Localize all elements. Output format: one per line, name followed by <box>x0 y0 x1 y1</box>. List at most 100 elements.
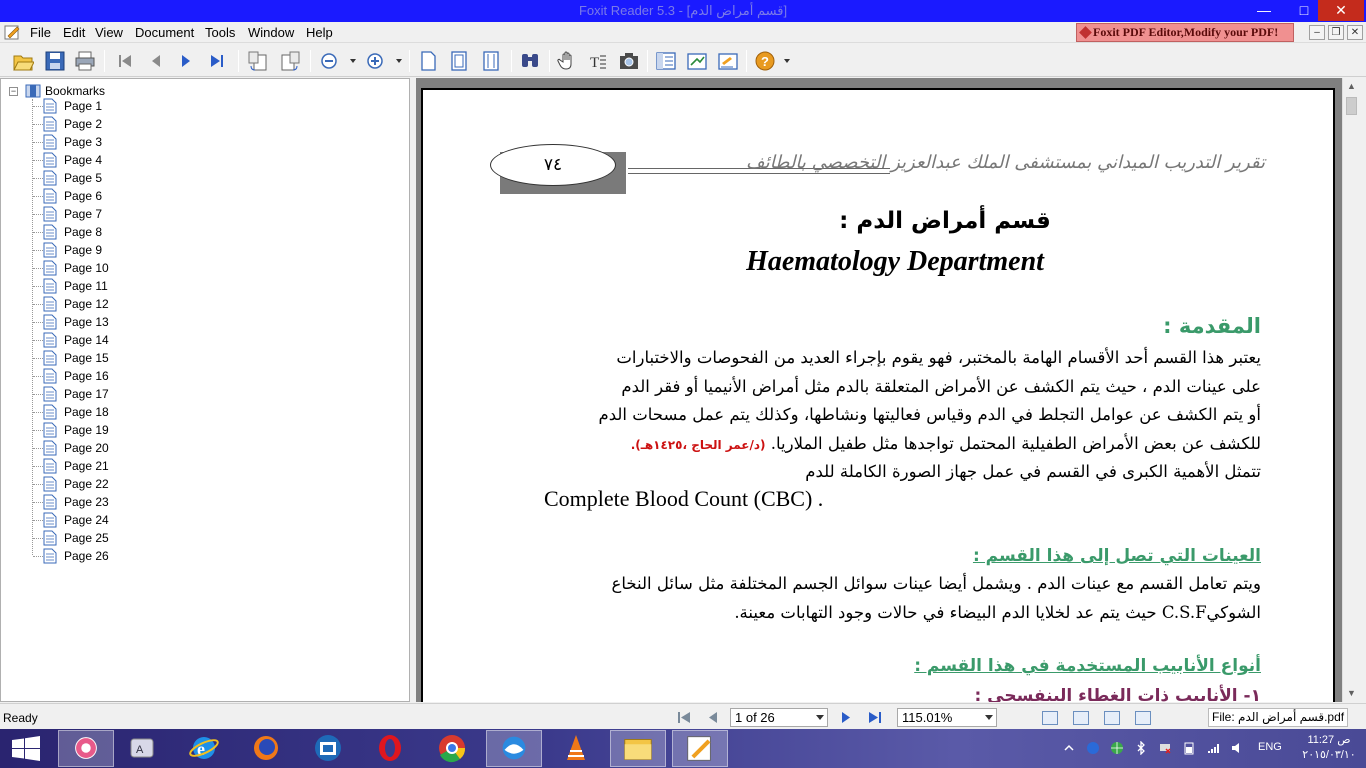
chevron-down-icon[interactable] <box>985 715 993 720</box>
vertical-scrollbar[interactable]: ▲ ▼ <box>1342 78 1359 702</box>
doc-minimize-button[interactable]: – <box>1309 25 1325 40</box>
actual-size-icon[interactable] <box>417 50 439 72</box>
status-last-page-icon[interactable] <box>867 710 883 725</box>
page-number-field[interactable]: 1 of 26 <box>730 708 828 727</box>
menu-file[interactable]: File <box>30 25 51 40</box>
foxit-reader-icon[interactable] <box>672 730 728 767</box>
status-prev-page-icon[interactable] <box>705 710 721 725</box>
chevron-down-icon[interactable] <box>816 715 824 720</box>
menu-document[interactable]: Document <box>135 25 194 40</box>
scroll-thumb[interactable] <box>1346 97 1357 115</box>
zoom-field[interactable]: 115.01% <box>897 708 997 727</box>
bookmark-item[interactable]: Page 17 <box>33 385 233 403</box>
bookmark-item[interactable]: Page 13 <box>33 313 233 331</box>
next-page-icon[interactable] <box>175 50 197 72</box>
bookmark-item[interactable]: Page 14 <box>33 331 233 349</box>
foxit-app-icon[interactable] <box>4 24 21 40</box>
tray-app-icon[interactable] <box>1086 741 1100 755</box>
last-page-icon[interactable] <box>206 50 228 72</box>
bookmark-item[interactable]: Page 23 <box>33 493 233 511</box>
fit-width-icon[interactable] <box>480 50 502 72</box>
bookmark-item[interactable]: Page 5 <box>33 169 233 187</box>
bookmark-item[interactable]: Page 9 <box>33 241 233 259</box>
bookmark-item[interactable]: Page 10 <box>33 259 233 277</box>
rotate-left-icon[interactable] <box>247 50 269 72</box>
language-indicator[interactable]: ENG <box>1258 741 1282 753</box>
menu-view[interactable]: View <box>95 25 123 40</box>
print-icon[interactable] <box>74 50 96 72</box>
bookmark-item[interactable]: Page 1 <box>33 97 233 115</box>
bookmark-item[interactable]: Page 20 <box>33 439 233 457</box>
volume-icon[interactable] <box>1230 741 1244 755</box>
text-select-icon[interactable]: T <box>587 50 609 72</box>
bookmark-item[interactable]: Page 12 <box>33 295 233 313</box>
promo-banner[interactable]: Foxit PDF Editor,Modify your PDF! <box>1076 23 1294 42</box>
snapshot-icon[interactable] <box>618 50 640 72</box>
bookmark-item[interactable]: Page 3 <box>33 133 233 151</box>
bookmark-item[interactable]: Page 8 <box>33 223 233 241</box>
zoom-in-icon[interactable] <box>364 50 386 72</box>
maximize-button[interactable]: □ <box>1290 0 1318 21</box>
collapse-toggle[interactable]: − <box>9 87 18 96</box>
find-icon[interactable] <box>519 50 541 72</box>
app-icon[interactable] <box>486 730 542 767</box>
show-bookmarks-icon[interactable] <box>655 50 677 72</box>
rotate-right-icon[interactable] <box>279 50 301 72</box>
menu-window[interactable]: Window <box>248 25 294 40</box>
bookmark-item[interactable]: Page 19 <box>33 421 233 439</box>
help-dropdown-icon[interactable] <box>778 50 800 72</box>
windows-start-icon[interactable] <box>0 730 56 767</box>
bookmark-item[interactable]: Page 26 <box>33 547 233 565</box>
menu-tools[interactable]: Tools <box>205 25 235 40</box>
single-page-icon[interactable] <box>1042 711 1058 725</box>
continuous-facing-icon[interactable] <box>1135 711 1151 725</box>
first-page-icon[interactable] <box>114 50 136 72</box>
save-icon[interactable] <box>44 50 66 72</box>
menu-edit[interactable]: Edit <box>63 25 85 40</box>
bluetooth-icon[interactable] <box>1134 741 1148 755</box>
bookmark-item[interactable]: Page 6 <box>33 187 233 205</box>
scroll-down-icon[interactable]: ▼ <box>1343 685 1360 702</box>
document-view[interactable]: ٧٤ تقرير التدريب الميداني بمستشفى الملك … <box>416 78 1342 702</box>
bookmark-item[interactable]: Page 11 <box>33 277 233 295</box>
bookmark-item[interactable]: Page 24 <box>33 511 233 529</box>
internet-explorer-icon[interactable]: e <box>176 730 232 767</box>
file-explorer-icon[interactable] <box>610 730 666 767</box>
open-icon[interactable] <box>12 50 34 72</box>
bookmark-item[interactable]: Page 18 <box>33 403 233 421</box>
fit-page-icon[interactable] <box>448 50 470 72</box>
bookmark-item[interactable]: Page 25 <box>33 529 233 547</box>
chrome-icon[interactable] <box>424 730 480 767</box>
wifi-signal-icon[interactable] <box>1206 741 1220 755</box>
close-button[interactable]: ✕ <box>1318 0 1364 21</box>
zoom-out-icon[interactable] <box>318 50 340 72</box>
help-icon[interactable]: ? <box>754 50 776 72</box>
zoom-out-dropdown-icon[interactable] <box>344 50 366 72</box>
app-icon[interactable] <box>58 730 114 767</box>
clock[interactable]: 11:27 ص ٢٠١٥/٠٣/١٠ <box>1296 733 1362 763</box>
show-hidden-icons-icon[interactable] <box>1062 741 1076 755</box>
prev-page-icon[interactable] <box>145 50 167 72</box>
tray-globe-icon[interactable] <box>1110 741 1124 755</box>
hand-tool-icon[interactable] <box>557 50 579 72</box>
continuous-icon[interactable] <box>1073 711 1089 725</box>
scroll-up-icon[interactable]: ▲ <box>1343 78 1360 95</box>
battery-icon[interactable] <box>1182 741 1196 755</box>
bookmark-item[interactable]: Page 7 <box>33 205 233 223</box>
comment-icon[interactable] <box>717 50 739 72</box>
status-next-page-icon[interactable] <box>838 710 854 725</box>
app-icon[interactable]: A <box>114 730 170 767</box>
facing-icon[interactable] <box>1104 711 1120 725</box>
vlc-icon[interactable] <box>548 730 604 767</box>
bookmark-item[interactable]: Page 22 <box>33 475 233 493</box>
bookmark-item[interactable]: Page 15 <box>33 349 233 367</box>
store-icon[interactable] <box>300 730 356 767</box>
firefox-icon[interactable] <box>238 730 294 767</box>
minimize-button[interactable]: — <box>1250 0 1278 21</box>
status-first-page-icon[interactable] <box>676 710 692 725</box>
bookmark-item[interactable]: Page 2 <box>33 115 233 133</box>
menu-help[interactable]: Help <box>306 25 333 40</box>
doc-close-button[interactable]: ✕ <box>1347 25 1363 40</box>
doc-restore-button[interactable]: ❒ <box>1328 25 1344 40</box>
bookmark-item[interactable]: Page 4 <box>33 151 233 169</box>
